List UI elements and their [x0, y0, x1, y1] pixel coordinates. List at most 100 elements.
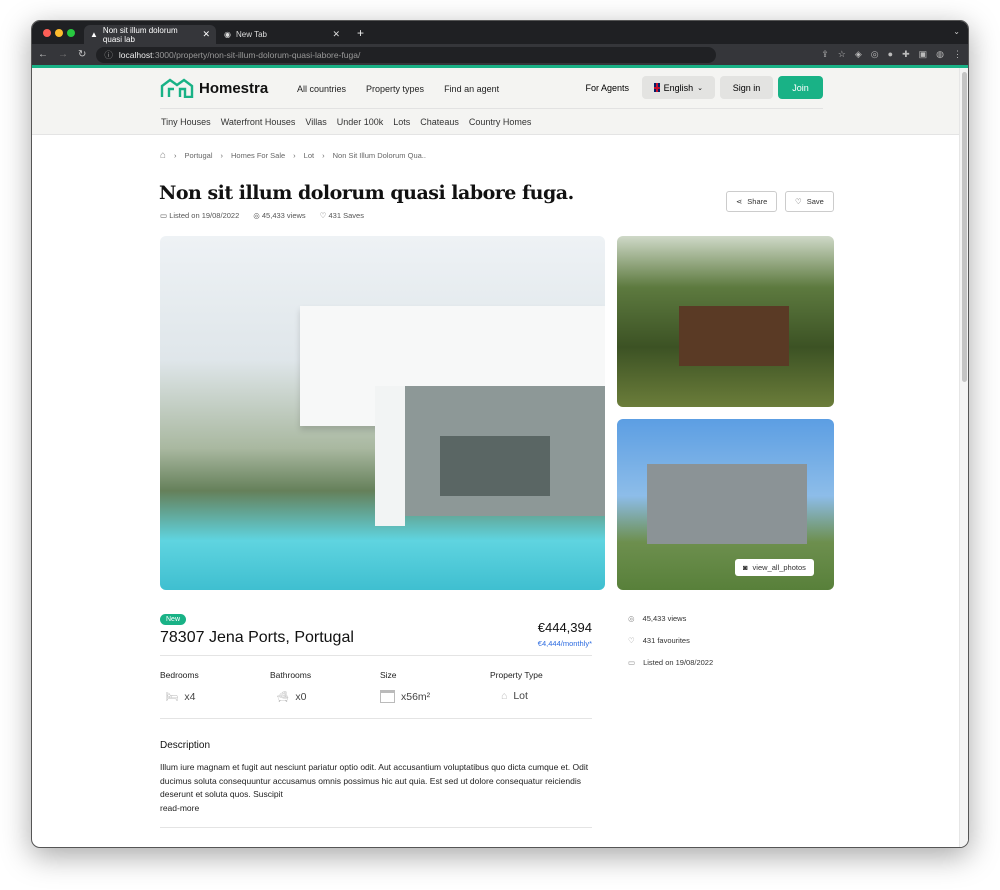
- tab-bar: ▲ Non sit illum dolorum quasi lab ✕ ◉ New T…: [32, 21, 968, 44]
- page: Homestra All countries Property types Fi…: [32, 68, 961, 847]
- tab-active[interactable]: ▲ Non sit illum dolorum quasi lab ✕: [84, 25, 216, 44]
- profile-avatar[interactable]: ◍: [936, 49, 944, 60]
- logo[interactable]: Homestra: [160, 78, 268, 98]
- main-nav: All countries Property types Find an age…: [297, 84, 499, 94]
- url-path: :3000/property/non-sit-illum-dolorum-qua…: [152, 49, 361, 60]
- category-country-homes[interactable]: Country Homes: [469, 117, 532, 127]
- address-bar-row: ← → ↻ ⓘ localhost:3000/property/non-sit-ill…: [32, 44, 968, 65]
- divider: [160, 655, 592, 656]
- feature-label: Size: [380, 670, 397, 680]
- logo-house-icon: [160, 78, 194, 98]
- minimize-window-button[interactable]: [55, 29, 63, 37]
- read-more-link[interactable]: read-more: [160, 803, 199, 813]
- price: €444,394: [537, 620, 592, 635]
- scrollbar[interactable]: [959, 68, 968, 847]
- maximize-window-button[interactable]: [67, 29, 75, 37]
- nav-all-countries[interactable]: All countries: [297, 84, 346, 94]
- extension-icon[interactable]: ◎: [871, 49, 879, 60]
- site-header: Homestra All countries Property types Fi…: [32, 68, 961, 135]
- home-icon[interactable]: ⌂: [160, 150, 166, 161]
- view-all-photos-button[interactable]: ◙ view_all_photos: [735, 559, 814, 576]
- uk-flag-icon: [654, 83, 660, 92]
- close-window-button[interactable]: [43, 29, 51, 37]
- brand-name: Homestra: [199, 79, 269, 97]
- close-tab-icon[interactable]: ✕: [202, 29, 210, 40]
- monthly-price[interactable]: €4,444/monthly*: [538, 639, 592, 648]
- category-lots[interactable]: Lots: [393, 117, 410, 127]
- chevron-down-icon: ⌄: [697, 84, 703, 92]
- calendar-icon: ▭: [628, 658, 636, 667]
- tab-new[interactable]: ◉ New Tab ✕: [218, 25, 346, 44]
- sign-in-button[interactable]: Sign in: [720, 76, 773, 99]
- description: Illum iure magnam et fugit aut nesciunt …: [160, 761, 600, 815]
- bookmark-star-icon[interactable]: ☆: [838, 49, 846, 60]
- join-button[interactable]: Join: [778, 76, 823, 99]
- breadcrumb-item[interactable]: Homes For Sale: [231, 151, 285, 160]
- side-photo-cabin[interactable]: [617, 236, 834, 407]
- for-agents-link[interactable]: For Agents: [585, 83, 629, 93]
- puzzle-icon[interactable]: ✚: [902, 49, 910, 60]
- reload-icon[interactable]: ↻: [78, 49, 86, 60]
- bedrooms-value: x4: [184, 690, 196, 703]
- nav-find-agent[interactable]: Find an agent: [444, 84, 499, 94]
- new-tab-button[interactable]: +: [357, 26, 364, 40]
- divider: [160, 718, 592, 719]
- share-button[interactable]: ⋖ Share: [726, 191, 778, 212]
- divider: [160, 827, 592, 828]
- breadcrumb-current: Non Sit Illum Dolorum Qua..: [332, 151, 426, 160]
- bed-icon: 🛏︎: [165, 691, 179, 703]
- extensions-area: ⇪ ☆ ◈ ◎ ● ✚ ▣ ◍ ⋮: [821, 49, 962, 60]
- eye-icon: ◎: [628, 614, 635, 623]
- breadcrumb-item[interactable]: Portugal: [185, 151, 213, 160]
- tab-title: Non sit illum dolorum quasi lab: [102, 25, 178, 44]
- category-chateaus[interactable]: Chateaus: [420, 117, 459, 127]
- saves-count: 431 Saves: [328, 211, 364, 220]
- listed-date: Listed on 19/08/2022: [169, 211, 240, 220]
- heart-icon: ♡: [319, 211, 327, 220]
- url-input[interactable]: ⓘ localhost:3000/property/non-sit-illum-d…: [96, 46, 717, 63]
- category-villas[interactable]: Villas: [305, 117, 326, 127]
- size-icon: [380, 690, 395, 703]
- view-all-label: view_all_photos: [752, 563, 806, 572]
- main-property-photo[interactable]: [160, 236, 605, 590]
- bathtub-icon: 🛁︎: [276, 691, 290, 703]
- sidebar-icon[interactable]: ▣: [919, 49, 928, 60]
- property-address: 78307 Jena Ports, Portugal: [160, 629, 354, 646]
- extension-icon[interactable]: ◈: [855, 49, 862, 60]
- description-text: Illum iure magnam et fugit aut nesciunt …: [160, 762, 589, 799]
- share-icon: ⋖: [736, 197, 743, 206]
- category-nav: Tiny Houses Waterfront Houses Villas Und…: [161, 117, 531, 127]
- page-title: Non sit illum dolorum quasi labore fuga.: [159, 182, 574, 204]
- forward-icon[interactable]: →: [58, 49, 68, 60]
- heart-icon: ♡: [795, 197, 802, 206]
- nav-property-types[interactable]: Property types: [366, 84, 424, 94]
- url-host: localhost: [118, 49, 153, 60]
- language-label: English: [663, 82, 694, 93]
- category-tiny-houses[interactable]: Tiny Houses: [161, 117, 211, 127]
- scrollbar-thumb[interactable]: [962, 72, 967, 382]
- category-under-100k[interactable]: Under 100k: [337, 117, 384, 127]
- close-tab-icon[interactable]: ✕: [332, 29, 340, 40]
- new-badge: New: [160, 614, 187, 625]
- feature-label: Bedrooms: [160, 670, 199, 680]
- property-type-value: Lot: [513, 690, 528, 702]
- header-actions: For Agents English ⌄ Sign in Join: [585, 76, 823, 99]
- breadcrumb: ⌂ › Portugal › Homes For Sale › Lot › Non Si…: [160, 150, 426, 161]
- save-button[interactable]: ♡ Save: [785, 191, 834, 212]
- tab-favicon-icon: ▲: [90, 30, 98, 39]
- size-value: x56m²: [401, 690, 431, 703]
- listing-meta: ▭ Listed on 19/08/2022 ◎ 45,433 views ♡ …: [160, 211, 364, 220]
- breadcrumb-item[interactable]: Lot: [304, 151, 314, 160]
- share-icon[interactable]: ⇪: [821, 49, 829, 60]
- extension-icon[interactable]: ●: [888, 49, 893, 60]
- menu-icon[interactable]: ⋮: [953, 49, 962, 60]
- side-photo-house[interactable]: ◙ view_all_photos: [617, 419, 834, 590]
- tab-search-icon[interactable]: ⌄: [953, 27, 960, 36]
- category-waterfront-houses[interactable]: Waterfront Houses: [221, 117, 296, 127]
- language-select[interactable]: English ⌄: [642, 76, 715, 99]
- eye-icon: ◎: [253, 211, 260, 220]
- back-icon[interactable]: ←: [38, 49, 48, 60]
- save-label: Save: [806, 197, 824, 206]
- share-label: Share: [747, 197, 768, 206]
- side-views: 45,433 views: [642, 614, 687, 623]
